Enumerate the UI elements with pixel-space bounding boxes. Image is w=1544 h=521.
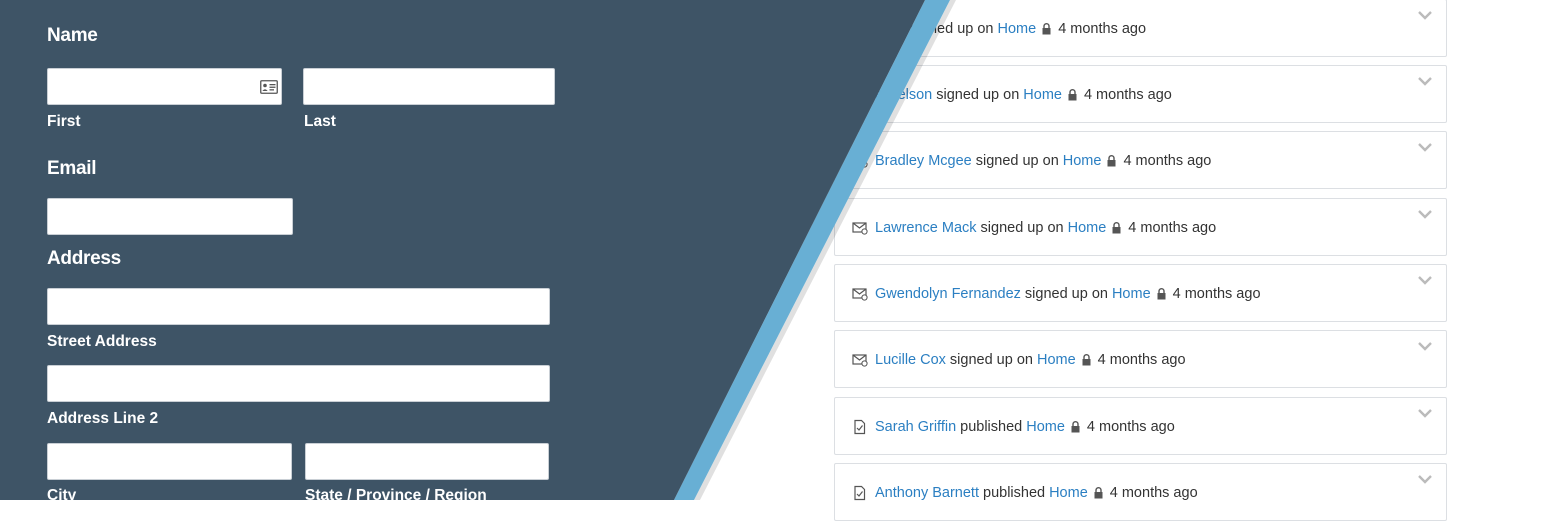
first-label: First [47, 113, 81, 130]
action-text: signed up on [980, 220, 1064, 236]
action-text: signed up on [1024, 286, 1108, 302]
action-text: published [983, 485, 1046, 501]
first-name-field[interactable] [47, 68, 282, 105]
street-address-field[interactable] [47, 288, 550, 325]
chevron-down-icon[interactable] [1417, 339, 1433, 351]
lock-icon [1094, 487, 1103, 499]
chevron-down-icon[interactable] [1417, 472, 1433, 484]
feed-item[interactable]: e Nelson signed up on Home 4 months ago [834, 65, 1447, 123]
city-input[interactable] [48, 444, 291, 479]
lock-icon [1107, 155, 1116, 167]
state-field[interactable] [305, 443, 549, 480]
timestamp: 4 months ago [1097, 352, 1186, 368]
feed-line: Bradley Mcgee signed up on Home 4 months… [852, 153, 1406, 169]
user-link[interactable]: Gwendolyn Fernandez [875, 286, 1021, 302]
city-label: City [47, 487, 77, 504]
first-name-input[interactable] [48, 69, 281, 104]
last-name-field[interactable] [303, 68, 555, 105]
email-heading: Email [47, 158, 97, 179]
page-link[interactable]: Home [1037, 352, 1076, 368]
document-check-icon [852, 419, 868, 435]
state-input[interactable] [306, 444, 548, 479]
chevron-down-icon[interactable] [1417, 74, 1433, 86]
lock-icon [1071, 421, 1080, 433]
page-link[interactable]: Home [1063, 153, 1102, 169]
feed-item[interactable]: Gwendolyn Fernandez signed up on Home 4 … [834, 264, 1447, 322]
address-heading: Address [47, 248, 121, 269]
state-label: State / Province / Region [305, 487, 487, 504]
email-input[interactable] [48, 199, 292, 234]
document-check-icon [852, 485, 868, 501]
last-name-input[interactable] [304, 69, 554, 104]
feed-line: e Nelson signed up on Home 4 months ago [852, 87, 1406, 103]
feed-line: Anthony Barnett published Home 4 months … [852, 485, 1406, 501]
envelope-check-icon [852, 286, 868, 302]
page-link[interactable]: Home [1026, 419, 1065, 435]
user-link[interactable]: Lucille Cox [875, 352, 946, 368]
page-link[interactable]: Home [1023, 87, 1062, 103]
page-link[interactable]: Home [1049, 485, 1088, 501]
street-address-label: Street Address [47, 333, 157, 350]
chevron-down-icon[interactable] [1417, 207, 1433, 219]
feed-line: Lawrence Mack signed up on Home 4 months… [852, 220, 1406, 236]
feed-line: Lucille Cox signed up on Home 4 months a… [852, 352, 1406, 368]
timestamp: 4 months ago [1128, 220, 1217, 236]
lock-icon [1082, 354, 1091, 366]
last-label: Last [304, 113, 336, 130]
chevron-down-icon[interactable] [1417, 140, 1433, 152]
action-text: signed up on [949, 352, 1033, 368]
feed-line: Gwendolyn Fernandez signed up on Home 4 … [852, 286, 1406, 302]
feed-item[interactable]: Lucille Cox signed up on Home 4 months a… [834, 330, 1447, 388]
lock-icon [1112, 222, 1121, 234]
page-link[interactable]: Home [1068, 220, 1107, 236]
action-text: signed up on [975, 153, 1059, 169]
action-text: published [960, 419, 1023, 435]
lock-icon [1042, 23, 1051, 35]
action-text: signed up on [936, 87, 1020, 103]
envelope-check-icon [852, 220, 868, 236]
user-link[interactable]: Anthony Barnett [875, 485, 979, 501]
page-link[interactable]: Home [998, 21, 1037, 37]
user-link[interactable]: Bradley Mcgee [875, 153, 972, 169]
timestamp: 4 months ago [1123, 153, 1212, 169]
city-field[interactable] [47, 443, 292, 480]
timestamp: 4 months ago [1083, 87, 1172, 103]
feed-line: Sarah Griffin published Home 4 months ag… [852, 419, 1406, 435]
street-address-input[interactable] [48, 289, 549, 324]
envelope-check-icon [852, 352, 868, 368]
lock-icon [1068, 89, 1077, 101]
timestamp: 4 months ago [1058, 21, 1147, 37]
email-field[interactable] [47, 198, 293, 235]
chevron-down-icon[interactable] [1417, 273, 1433, 285]
timestamp: 4 months ago [1086, 419, 1175, 435]
timestamp: 4 months ago [1172, 286, 1261, 302]
user-link[interactable]: Sarah Griffin [875, 419, 956, 435]
feed-item[interactable]: Anthony Barnett published Home 4 months … [834, 463, 1447, 521]
address-line-2-input[interactable] [48, 366, 549, 401]
address-line-2-label: Address Line 2 [47, 410, 159, 427]
feed-item[interactable]: Sarah Griffin published Home 4 months ag… [834, 397, 1447, 455]
name-heading: Name [47, 25, 98, 46]
page-link[interactable]: Home [1112, 286, 1151, 302]
timestamp: 4 months ago [1109, 485, 1198, 501]
contact-card-icon [260, 80, 278, 94]
feed-item[interactable]: Bradley Mcgee signed up on Home 4 months… [834, 131, 1447, 189]
chevron-down-icon[interactable] [1417, 406, 1433, 418]
user-link[interactable]: Lawrence Mack [875, 220, 977, 236]
chevron-down-icon[interactable] [1417, 8, 1433, 20]
address-line-2-field[interactable] [47, 365, 550, 402]
lock-icon [1157, 288, 1166, 300]
feed-item[interactable]: Lawrence Mack signed up on Home 4 months… [834, 198, 1447, 256]
